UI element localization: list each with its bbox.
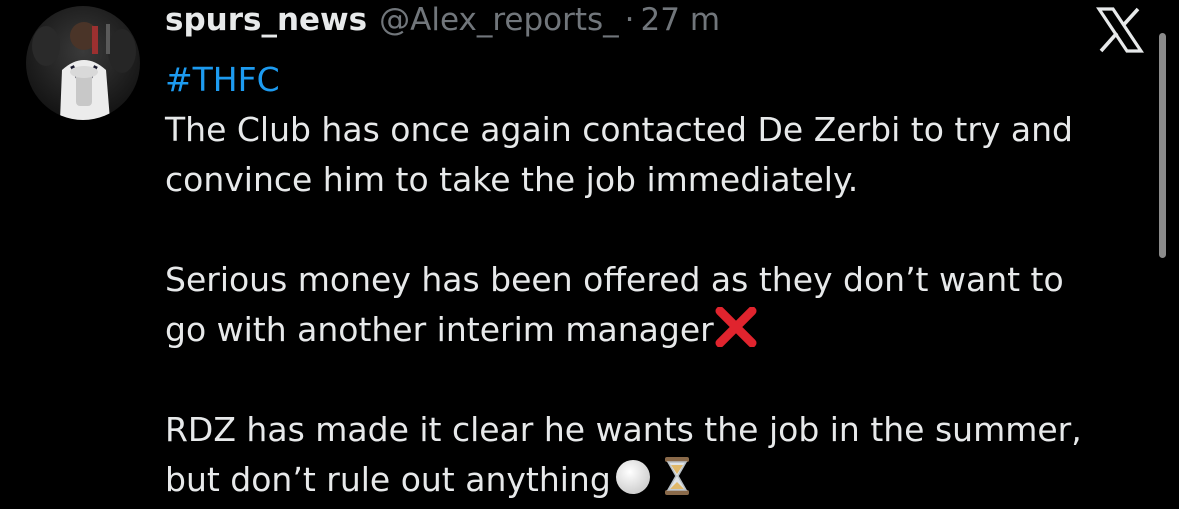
hourglass-icon bbox=[657, 455, 697, 497]
tweet-text-fragment: but don’t rule out anything bbox=[165, 460, 611, 499]
tweet-text-fragment: go with another interim manager bbox=[165, 310, 714, 349]
tweet-body: #THFC The Club has once again contacted … bbox=[165, 55, 1150, 505]
tweet-text-line-with-emoji: go with another interim manager bbox=[165, 305, 1150, 355]
display-name[interactable]: spurs_news bbox=[165, 2, 367, 38]
white-circle-icon bbox=[611, 457, 657, 497]
tweet-text-line: Serious money has been offered as they d… bbox=[165, 260, 1064, 299]
hashtag-link[interactable]: #THFC bbox=[165, 60, 280, 99]
tweet[interactable]: spurs_news @Alex_reports_ · 27 m #THFC T… bbox=[0, 0, 1179, 509]
tweet-text-line-with-emoji: but don’t rule out anything bbox=[165, 455, 1150, 505]
tweet-text-line: The Club has once again contacted De Zer… bbox=[165, 110, 1073, 149]
scrollbar[interactable] bbox=[1159, 33, 1166, 258]
separator-dot: · bbox=[624, 2, 635, 38]
cross-mark-icon bbox=[714, 307, 758, 347]
tweet-header: spurs_news @Alex_reports_ · 27 m bbox=[165, 2, 720, 48]
tweet-text-line: convince him to take the job immediately… bbox=[165, 160, 859, 199]
user-handle[interactable]: @Alex_reports_ bbox=[379, 2, 619, 38]
timestamp[interactable]: 27 m bbox=[641, 2, 721, 38]
tweet-text-line: RDZ has made it clear he wants the job i… bbox=[165, 410, 1082, 449]
x-logo-icon[interactable] bbox=[1096, 7, 1144, 53]
avatar[interactable] bbox=[26, 6, 140, 120]
